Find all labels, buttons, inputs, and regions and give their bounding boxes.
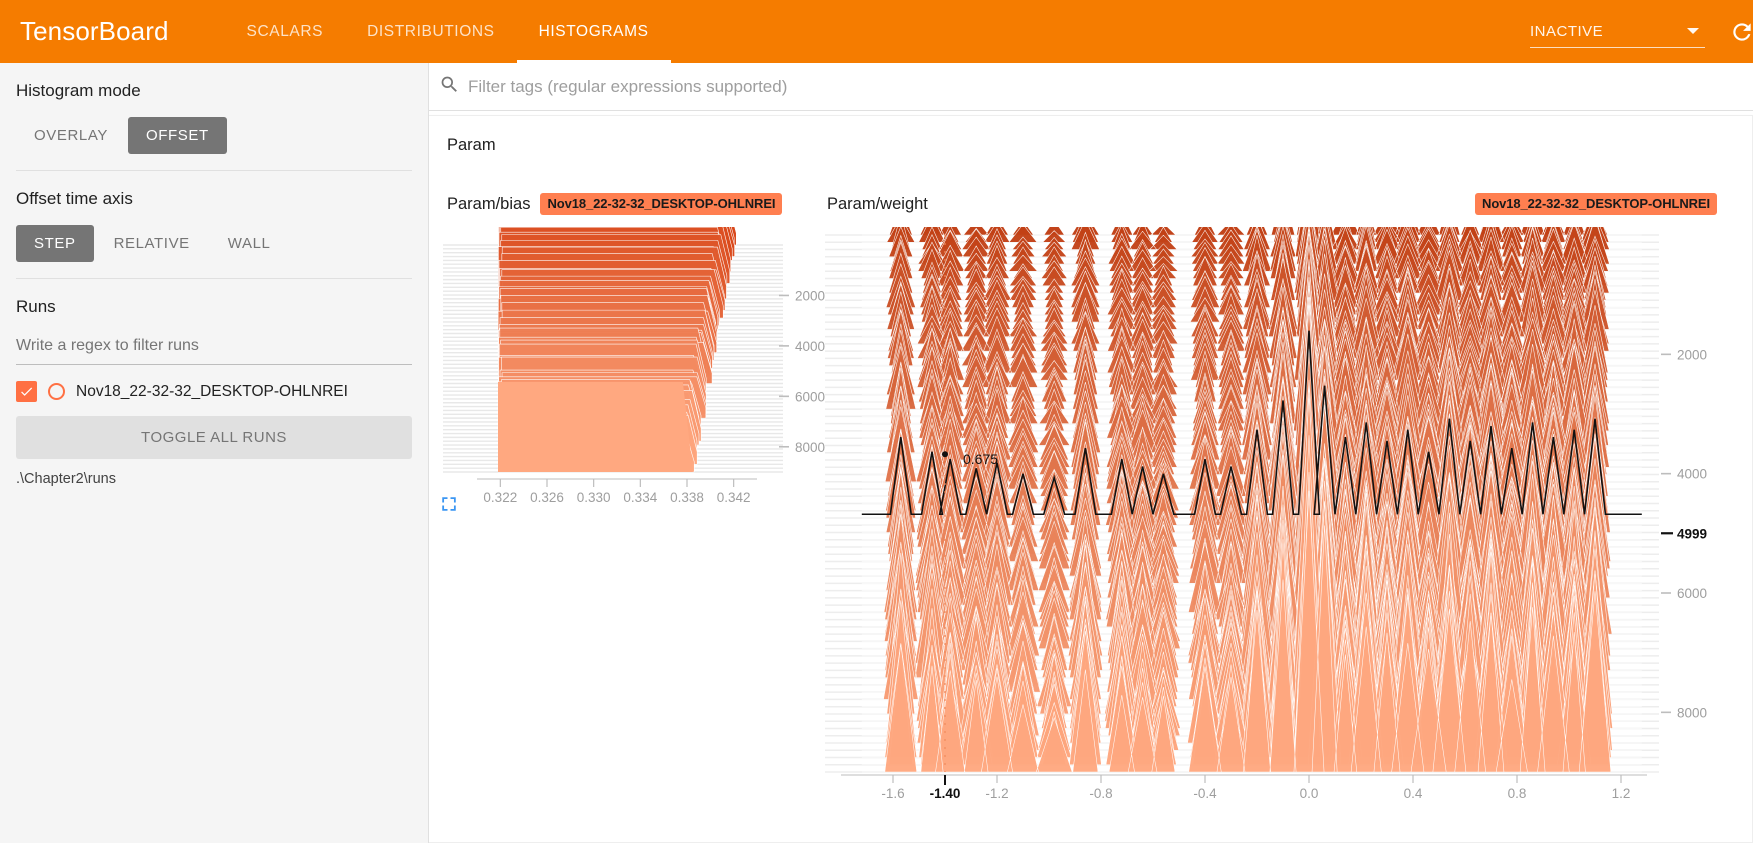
expand-icon — [442, 497, 456, 511]
check-icon — [21, 387, 33, 396]
runs-logdir-path: .\Chapter2\runs — [16, 471, 116, 487]
run-list-item[interactable]: Nov18_22-32-32_DESKTOP-OHLNREI — [16, 381, 412, 402]
run-status-dropdown[interactable]: INACTIVE — [1530, 12, 1705, 52]
svg-text:0.8: 0.8 — [1508, 786, 1527, 801]
tab-histograms[interactable]: HISTOGRAMS — [516, 0, 671, 63]
runs-regex-input[interactable] — [16, 333, 412, 365]
offset-time-axis-title: Offset time axis — [16, 189, 133, 208]
tab-scalars[interactable]: SCALARS — [225, 0, 346, 63]
svg-text:-1.40: -1.40 — [930, 786, 961, 801]
weight-y-axis: 2000 4000 6000 8000 4999 — [1661, 347, 1707, 720]
histogram-mode-section: Histogram mode OVERLAY OFFSET — [0, 63, 428, 170]
app-header: TensorBoard SCALARS DISTRIBUTIONS HISTOG… — [0, 0, 1753, 63]
toggle-all-runs-button[interactable]: TOGGLE ALL RUNS — [16, 416, 412, 459]
chart-weight[interactable]: 2000 4000 6000 8000 4999 -1.6 -1.2 -0.8 -0.4 0.0… — [819, 227, 1729, 827]
chart-header-weight: Param/weight Nov18_22-32-32_DESKTOP-OHLN… — [827, 193, 1717, 215]
svg-text:0.334: 0.334 — [623, 490, 657, 505]
svg-text:0.4: 0.4 — [1404, 786, 1423, 801]
chart-tooltip-value: 0.675 — [963, 451, 998, 467]
svg-text:8000: 8000 — [1677, 705, 1707, 720]
svg-text:0.342: 0.342 — [717, 490, 751, 505]
expand-chart-button-bias[interactable] — [434, 489, 464, 519]
run-checkbox[interactable] — [16, 381, 37, 402]
svg-text:0.338: 0.338 — [670, 490, 704, 505]
run-name-label: Nov18_22-32-32_DESKTOP-OHLNREI — [76, 382, 348, 400]
histogram-mode-offset-button[interactable]: OFFSET — [127, 117, 227, 154]
svg-text:4999: 4999 — [1677, 526, 1707, 541]
time-axis-step-button[interactable]: STEP — [16, 225, 94, 262]
dropdown-underline — [1530, 46, 1705, 48]
svg-text:0.330: 0.330 — [577, 490, 611, 505]
header-right-controls: INACTIVE — [1530, 0, 1753, 63]
left-sidebar: Histogram mode OVERLAY OFFSET Offset tim… — [0, 63, 429, 843]
param-card: Param Param/bias Nov18_22-32-32_DESKTOP-… — [429, 115, 1753, 843]
time-axis-wall-button[interactable]: WALL — [210, 225, 289, 262]
svg-text:2000: 2000 — [1677, 347, 1707, 362]
tag-filter-bar — [429, 63, 1753, 111]
svg-text:0.326: 0.326 — [530, 490, 564, 505]
offset-time-axis-buttons: STEP RELATIVE WALL — [16, 225, 412, 262]
chart-header-bias: Param/bias Nov18_22-32-32_DESKTOP-OHLNRE… — [447, 193, 783, 215]
svg-text:1.2: 1.2 — [1612, 786, 1631, 801]
histogram-mode-overlay-button[interactable]: OVERLAY — [16, 117, 126, 154]
svg-text:-0.8: -0.8 — [1089, 786, 1112, 801]
svg-text:-0.4: -0.4 — [1193, 786, 1217, 801]
refresh-button[interactable] — [1719, 9, 1753, 55]
bias-x-axis: 0.322 0.326 0.330 0.334 0.338 0.342 — [477, 478, 757, 505]
runs-title: Runs — [16, 297, 56, 316]
chevron-down-icon — [1687, 27, 1699, 34]
app-brand: TensorBoard — [20, 16, 169, 46]
offset-time-axis-section: Offset time axis STEP RELATIVE WALL — [0, 171, 428, 278]
time-axis-relative-button[interactable]: RELATIVE — [96, 225, 208, 262]
histogram-mode-buttons: OVERLAY OFFSET — [16, 117, 412, 154]
card-title: Param — [447, 136, 496, 154]
svg-text:4000: 4000 — [1677, 467, 1707, 482]
svg-text:-1.2: -1.2 — [985, 786, 1008, 801]
svg-text:-1.6: -1.6 — [881, 786, 904, 801]
chart-run-badge-weight: Nov18_22-32-32_DESKTOP-OHLNREI — [1475, 193, 1717, 215]
chart-bias[interactable]: 2000400060008000 0.322 0.326 0.330 0.334 0.3… — [439, 227, 839, 517]
main-nav-tabs: SCALARS DISTRIBUTIONS HISTOGRAMS — [225, 0, 671, 63]
svg-text:0.322: 0.322 — [483, 490, 517, 505]
run-status-label: INACTIVE — [1530, 23, 1604, 40]
tag-filter-input[interactable] — [468, 76, 1741, 97]
run-color-circle-icon — [48, 383, 65, 400]
chart-title-bias: Param/bias — [447, 194, 531, 213]
tab-distributions[interactable]: DISTRIBUTIONS — [345, 0, 517, 63]
chart-run-badge-bias: Nov18_22-32-32_DESKTOP-OHLNREI — [540, 193, 783, 215]
refresh-icon — [1733, 22, 1751, 41]
svg-text:0.0: 0.0 — [1300, 786, 1319, 801]
chart-title-weight: Param/weight — [827, 194, 928, 213]
svg-text:6000: 6000 — [1677, 586, 1707, 601]
bias-ridgelines — [497, 227, 737, 473]
weight-ridgelines — [861, 227, 1642, 773]
main-content: Param Param/bias Nov18_22-32-32_DESKTOP-… — [429, 63, 1753, 843]
search-icon — [439, 74, 460, 100]
histogram-mode-title: Histogram mode — [16, 81, 141, 100]
runs-section: Runs Nov18_22-32-32_DESKTOP-OHLNREI TOGG… — [0, 279, 428, 503]
